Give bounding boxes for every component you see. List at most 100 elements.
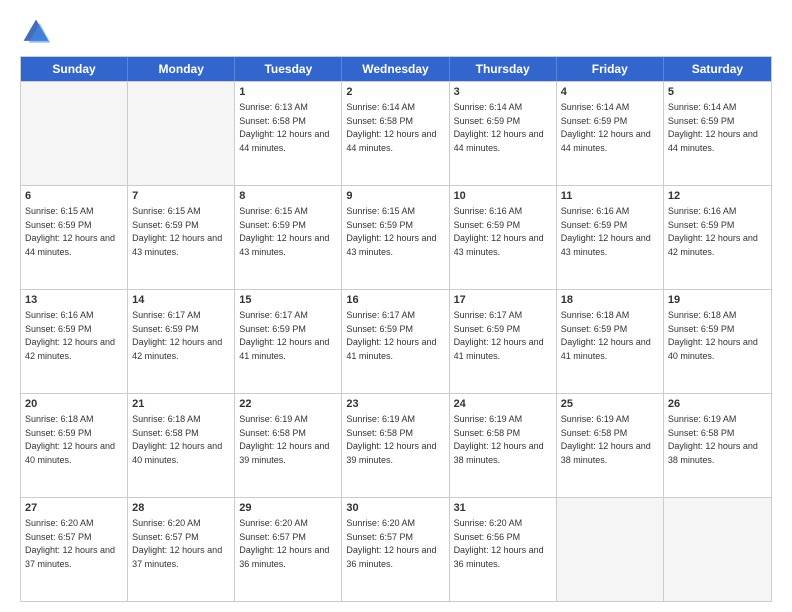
day-number: 6: [25, 189, 123, 204]
day-number: 26: [668, 397, 767, 412]
sunrise-info: Sunrise: 6:16 AMSunset: 6:59 PMDaylight:…: [25, 310, 115, 361]
sunrise-info: Sunrise: 6:14 AMSunset: 6:59 PMDaylight:…: [561, 102, 651, 153]
cal-cell-day-8: 8 Sunrise: 6:15 AMSunset: 6:59 PMDaylight…: [235, 186, 342, 289]
sunrise-info: Sunrise: 6:17 AMSunset: 6:59 PMDaylight:…: [132, 310, 222, 361]
day-number: 28: [132, 501, 230, 516]
cal-cell-day-25: 25 Sunrise: 6:19 AMSunset: 6:58 PMDayligh…: [557, 394, 664, 497]
sunrise-info: Sunrise: 6:16 AMSunset: 6:59 PMDaylight:…: [668, 206, 758, 257]
cal-cell-day-11: 11Sunrise: 6:16 AMSunset: 6:59 PMDayligh…: [557, 186, 664, 289]
day-number: 3: [454, 85, 552, 100]
sunrise-info: Sunrise: 6:20 AMSunset: 6:57 PMDaylight:…: [25, 518, 115, 569]
cal-cell-empty: [21, 82, 128, 185]
cal-week-2: 6 Sunrise: 6:15 AMSunset: 6:59 PMDaylight…: [21, 185, 771, 289]
day-number: 13: [25, 293, 123, 308]
cal-cell-day-18: 18 Sunrise: 6:18 AMSunset: 6:59 PMDayligh…: [557, 290, 664, 393]
sunrise-info: Sunrise: 6:14 AMSunset: 6:59 PMDaylight:…: [668, 102, 758, 153]
sunrise-info: Sunrise: 6:15 AMSunset: 6:59 PMDaylight:…: [25, 206, 115, 257]
day-number: 14: [132, 293, 230, 308]
cal-header-thursday: Thursday: [450, 57, 557, 81]
cal-header-saturday: Saturday: [664, 57, 771, 81]
sunrise-info: Sunrise: 6:15 AMSunset: 6:59 PMDaylight:…: [239, 206, 329, 257]
sunrise-info: Sunrise: 6:19 AMSunset: 6:58 PMDaylight:…: [561, 414, 651, 465]
cal-week-4: 20 Sunrise: 6:18 AMSunset: 6:59 PMDayligh…: [21, 393, 771, 497]
cal-cell-day-14: 14 Sunrise: 6:17 AMSunset: 6:59 PMDayligh…: [128, 290, 235, 393]
cal-cell-day-7: 7 Sunrise: 6:15 AMSunset: 6:59 PMDaylight…: [128, 186, 235, 289]
day-number: 9: [346, 189, 444, 204]
cal-cell-day-17: 17Sunrise: 6:17 AMSunset: 6:59 PMDayligh…: [450, 290, 557, 393]
cal-cell-day-2: 2 Sunrise: 6:14 AMSunset: 6:58 PMDaylight…: [342, 82, 449, 185]
cal-week-3: 13 Sunrise: 6:16 AMSunset: 6:59 PMDayligh…: [21, 289, 771, 393]
sunrise-info: Sunrise: 6:13 AMSunset: 6:58 PMDaylight:…: [239, 102, 329, 153]
sunrise-info: Sunrise: 6:18 AMSunset: 6:58 PMDaylight:…: [132, 414, 222, 465]
sunrise-info: Sunrise: 6:14 AMSunset: 6:58 PMDaylight:…: [346, 102, 436, 153]
sunrise-info: Sunrise: 6:16 AMSunset: 6:59 PMDaylight:…: [454, 206, 544, 257]
sunrise-info: Sunrise: 6:15 AMSunset: 6:59 PMDaylight:…: [132, 206, 222, 257]
sunrise-info: Sunrise: 6:15 AMSunset: 6:59 PMDaylight:…: [346, 206, 436, 257]
cal-cell-empty: [557, 498, 664, 601]
cal-cell-day-12: 12 Sunrise: 6:16 AMSunset: 6:59 PMDayligh…: [664, 186, 771, 289]
day-number: 8: [239, 189, 337, 204]
cal-cell-day-23: 23 Sunrise: 6:19 AMSunset: 6:58 PMDayligh…: [342, 394, 449, 497]
sunrise-info: Sunrise: 6:18 AMSunset: 6:59 PMDaylight:…: [561, 310, 651, 361]
day-number: 29: [239, 501, 337, 516]
cal-cell-day-3: 3Sunrise: 6:14 AMSunset: 6:59 PMDaylight…: [450, 82, 557, 185]
cal-cell-day-9: 9 Sunrise: 6:15 AMSunset: 6:59 PMDaylight…: [342, 186, 449, 289]
cal-cell-day-20: 20 Sunrise: 6:18 AMSunset: 6:59 PMDayligh…: [21, 394, 128, 497]
day-number: 12: [668, 189, 767, 204]
day-number: 31: [454, 501, 552, 516]
day-number: 25: [561, 397, 659, 412]
page: SundayMondayTuesdayWednesdayThursdayFrid…: [0, 0, 792, 612]
cal-cell-day-27: 27Sunrise: 6:20 AMSunset: 6:57 PMDayligh…: [21, 498, 128, 601]
day-number: 1: [239, 85, 337, 100]
cal-week-1: 1 Sunrise: 6:13 AMSunset: 6:58 PMDaylight…: [21, 81, 771, 185]
day-number: 10: [454, 189, 552, 204]
sunrise-info: Sunrise: 6:19 AMSunset: 6:58 PMDaylight:…: [346, 414, 436, 465]
sunrise-info: Sunrise: 6:20 AMSunset: 6:56 PMDaylight:…: [454, 518, 544, 569]
day-number: 11: [561, 189, 659, 204]
cal-header-tuesday: Tuesday: [235, 57, 342, 81]
sunrise-info: Sunrise: 6:19 AMSunset: 6:58 PMDaylight:…: [668, 414, 758, 465]
day-number: 19: [668, 293, 767, 308]
day-number: 16: [346, 293, 444, 308]
calendar-header-row: SundayMondayTuesdayWednesdayThursdayFrid…: [21, 57, 771, 81]
sunrise-info: Sunrise: 6:18 AMSunset: 6:59 PMDaylight:…: [25, 414, 115, 465]
day-number: 30: [346, 501, 444, 516]
sunrise-info: Sunrise: 6:19 AMSunset: 6:58 PMDaylight:…: [239, 414, 329, 465]
day-number: 21: [132, 397, 230, 412]
day-number: 5: [668, 85, 767, 100]
sunrise-info: Sunrise: 6:20 AMSunset: 6:57 PMDaylight:…: [132, 518, 222, 569]
calendar: SundayMondayTuesdayWednesdayThursdayFrid…: [20, 56, 772, 602]
cal-header-monday: Monday: [128, 57, 235, 81]
day-number: 22: [239, 397, 337, 412]
day-number: 24: [454, 397, 552, 412]
day-number: 7: [132, 189, 230, 204]
cal-header-wednesday: Wednesday: [342, 57, 449, 81]
day-number: 17: [454, 293, 552, 308]
cal-cell-day-6: 6 Sunrise: 6:15 AMSunset: 6:59 PMDaylight…: [21, 186, 128, 289]
day-number: 18: [561, 293, 659, 308]
cal-header-friday: Friday: [557, 57, 664, 81]
logo-icon: [20, 16, 52, 48]
cal-cell-empty: [664, 498, 771, 601]
sunrise-info: Sunrise: 6:17 AMSunset: 6:59 PMDaylight:…: [346, 310, 436, 361]
cal-cell-day-31: 31 Sunrise: 6:20 AMSunset: 6:56 PMDayligh…: [450, 498, 557, 601]
logo: [20, 16, 56, 48]
cal-cell-day-28: 28 Sunrise: 6:20 AMSunset: 6:57 PMDayligh…: [128, 498, 235, 601]
day-number: 23: [346, 397, 444, 412]
sunrise-info: Sunrise: 6:20 AMSunset: 6:57 PMDaylight:…: [346, 518, 436, 569]
cal-cell-day-30: 30 Sunrise: 6:20 AMSunset: 6:57 PMDayligh…: [342, 498, 449, 601]
sunrise-info: Sunrise: 6:17 AMSunset: 6:59 PMDaylight:…: [239, 310, 329, 361]
sunrise-info: Sunrise: 6:18 AMSunset: 6:59 PMDaylight:…: [668, 310, 758, 361]
day-number: 2: [346, 85, 444, 100]
day-number: 15: [239, 293, 337, 308]
cal-cell-day-29: 29Sunrise: 6:20 AMSunset: 6:57 PMDayligh…: [235, 498, 342, 601]
cal-week-5: 27Sunrise: 6:20 AMSunset: 6:57 PMDayligh…: [21, 497, 771, 601]
cal-cell-day-4: 4Sunrise: 6:14 AMSunset: 6:59 PMDaylight…: [557, 82, 664, 185]
cal-cell-day-19: 19 Sunrise: 6:18 AMSunset: 6:59 PMDayligh…: [664, 290, 771, 393]
cal-cell-day-5: 5 Sunrise: 6:14 AMSunset: 6:59 PMDaylight…: [664, 82, 771, 185]
day-number: 20: [25, 397, 123, 412]
cal-cell-day-26: 26 Sunrise: 6:19 AMSunset: 6:58 PMDayligh…: [664, 394, 771, 497]
cal-cell-day-21: 21 Sunrise: 6:18 AMSunset: 6:58 PMDayligh…: [128, 394, 235, 497]
cal-cell-day-15: 15 Sunrise: 6:17 AMSunset: 6:59 PMDayligh…: [235, 290, 342, 393]
header: [20, 16, 772, 48]
